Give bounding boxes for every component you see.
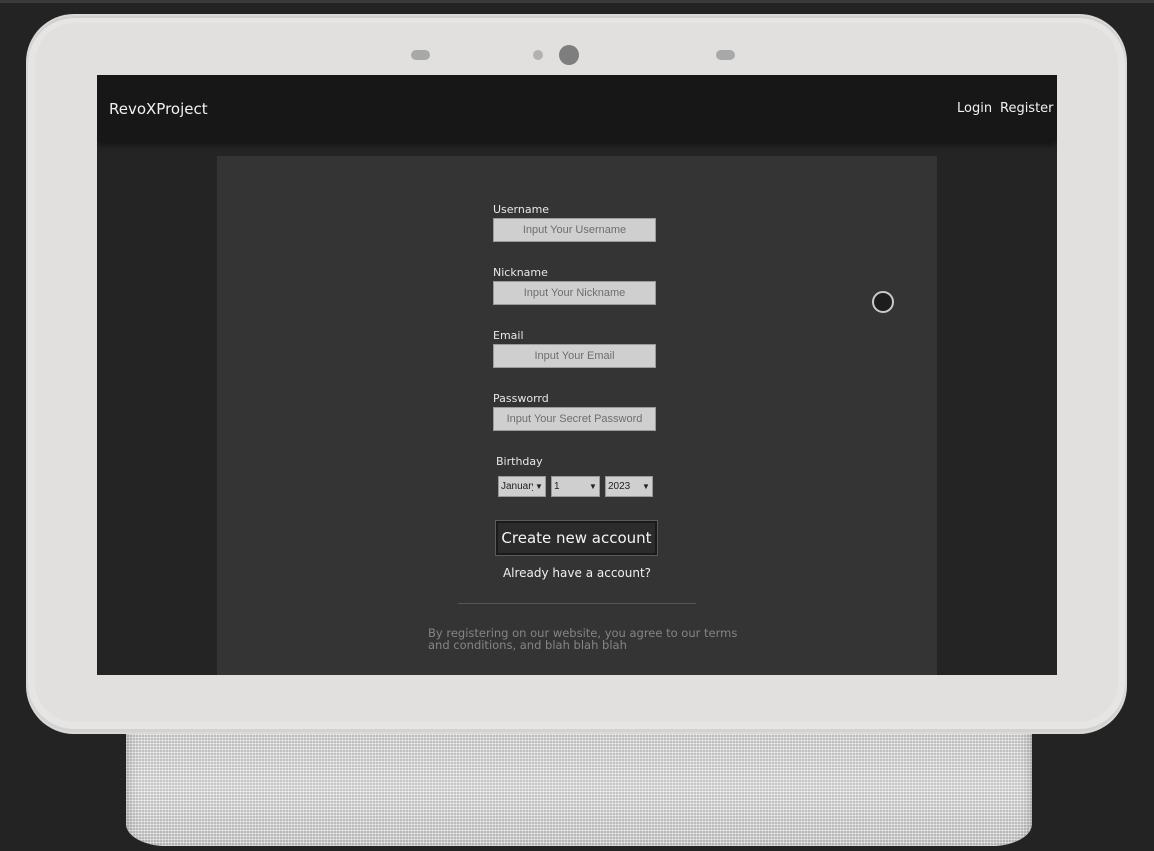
register-link[interactable]: Register (1000, 101, 1054, 116)
chevron-down-icon: ▼ (535, 482, 543, 491)
birthday-year-value: 2023 (608, 481, 631, 492)
device-screen: RevoXProject Login Register Username Nic… (97, 75, 1057, 675)
chevron-down-icon: ▼ (589, 482, 597, 491)
password-input[interactable] (493, 407, 656, 431)
birthday-day-select[interactable]: 1 ▼ (551, 476, 600, 497)
login-link[interactable]: Login (957, 101, 992, 116)
nickname-label: Nickname (493, 266, 548, 279)
username-input[interactable] (493, 218, 656, 242)
chevron-down-icon: ▼ (642, 482, 650, 491)
birthday-month-select[interactable]: January ▼ (498, 476, 546, 497)
already-have-account-link[interactable]: Already have a account? (457, 566, 697, 580)
terms-text: By registering on our website, you agree… (428, 626, 738, 652)
window-top-line (0, 0, 1154, 3)
email-input[interactable] (493, 344, 656, 368)
camera-icon (559, 45, 579, 65)
divider (458, 603, 696, 604)
create-account-button[interactable]: Create new account (495, 520, 658, 556)
register-card: Username Nickname Email Passworrd Birthd… (217, 156, 937, 675)
birthday-year-select[interactable]: 2023 ▼ (605, 476, 653, 497)
cursor-indicator-icon (872, 291, 894, 313)
right-sensor-icon (716, 50, 735, 60)
username-label: Username (493, 203, 550, 216)
navbar: RevoXProject Login Register (97, 75, 1057, 141)
birthday-month-value: January (501, 481, 533, 492)
birthday-label: Birthday (496, 455, 543, 468)
nickname-input[interactable] (493, 281, 656, 305)
email-label: Email (493, 329, 524, 342)
password-label: Passworrd (493, 392, 549, 405)
birthday-day-value: 1 (554, 481, 560, 492)
light-sensor-icon (533, 50, 543, 60)
brand-logo[interactable]: RevoXProject (109, 100, 208, 118)
left-sensor-icon (411, 50, 430, 60)
